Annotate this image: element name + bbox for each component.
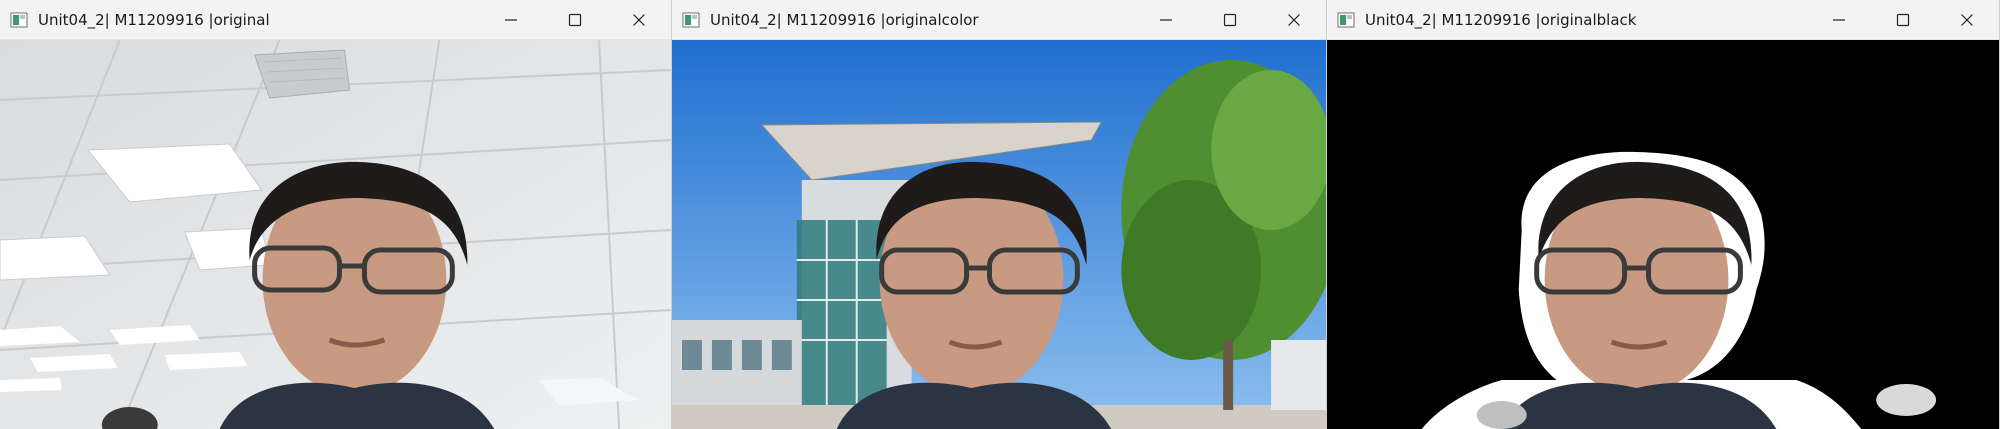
app-icon	[682, 12, 700, 27]
maximize-button[interactable]	[543, 0, 607, 40]
maximize-icon	[1223, 13, 1237, 27]
title-bar[interactable]: Unit04_2| M11209916 |originalblack	[1327, 0, 1999, 40]
title-bar[interactable]: Unit04_2| M11209916 |original	[0, 0, 671, 40]
camera-image	[1327, 40, 1999, 429]
video-frame-originalcolor	[672, 40, 1326, 429]
maximize-button[interactable]	[1198, 0, 1262, 40]
maximize-button[interactable]	[1871, 0, 1935, 40]
maximize-icon	[1896, 13, 1910, 27]
title-bar[interactable]: Unit04_2| M11209916 |originalcolor	[672, 0, 1326, 40]
close-button[interactable]	[607, 0, 671, 40]
minimize-icon	[505, 19, 517, 21]
close-button[interactable]	[1935, 0, 1999, 40]
window-controls	[479, 0, 671, 40]
camera-image	[672, 40, 1326, 429]
close-icon	[1961, 14, 1973, 26]
video-frame-original	[0, 40, 671, 429]
minimize-button[interactable]	[1807, 0, 1871, 40]
camera-image	[0, 40, 671, 429]
video-frame-originalblack	[1327, 40, 1999, 429]
close-button[interactable]	[1262, 0, 1326, 40]
window-title: Unit04_2| M11209916 |originalcolor	[710, 10, 979, 29]
close-icon	[1288, 14, 1300, 26]
window-original[interactable]: Unit04_2| M11209916 |original	[0, 0, 672, 429]
minimize-button[interactable]	[479, 0, 543, 40]
desktop: Unit04_2| M11209916 |original Unit04_2| …	[0, 0, 2000, 429]
window-originalcolor[interactable]: Unit04_2| M11209916 |originalcolor	[672, 0, 1327, 429]
minimize-icon	[1160, 19, 1172, 21]
maximize-icon	[568, 13, 582, 27]
window-controls	[1134, 0, 1326, 40]
window-originalblack[interactable]: Unit04_2| M11209916 |originalblack	[1327, 0, 2000, 429]
minimize-icon	[1833, 19, 1845, 21]
window-controls	[1807, 0, 1999, 40]
close-icon	[633, 14, 645, 26]
app-icon	[1337, 12, 1355, 27]
window-title: Unit04_2| M11209916 |originalblack	[1365, 10, 1637, 29]
minimize-button[interactable]	[1134, 0, 1198, 40]
app-icon	[10, 12, 28, 27]
window-title: Unit04_2| M11209916 |original	[38, 10, 270, 29]
